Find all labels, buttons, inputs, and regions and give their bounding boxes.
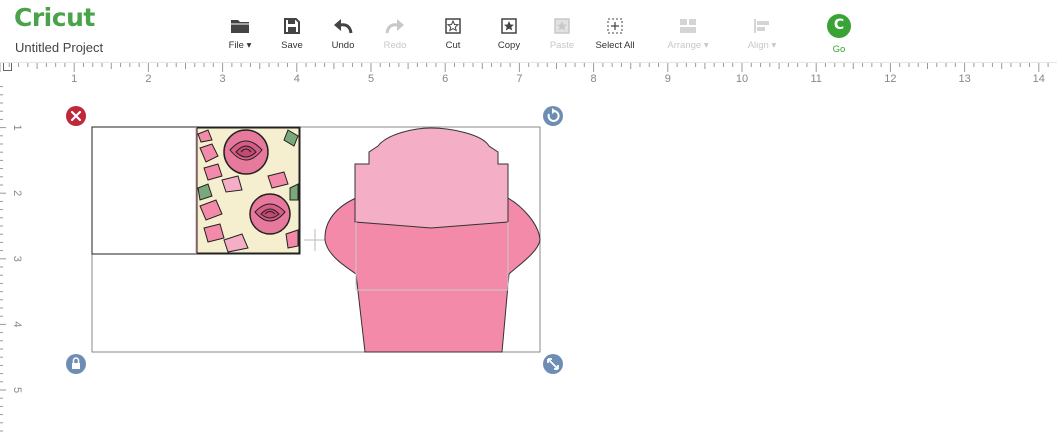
select-all-button[interactable]: Select All (585, 18, 645, 51)
top-toolbar: Cricut Untitled Project File ▾ Save Undo… (0, 0, 1057, 62)
plus-crosshair (304, 229, 326, 251)
paste-icon (554, 18, 570, 34)
resize-handle[interactable] (543, 354, 563, 374)
copy-button[interactable]: Copy (479, 18, 539, 51)
folder-icon (231, 20, 249, 33)
floppy-disk-icon (284, 18, 300, 34)
file-label: File (228, 40, 244, 51)
arrange-icon (680, 19, 696, 33)
select-all-icon (607, 18, 623, 34)
paste-button[interactable]: Paste (532, 18, 592, 51)
chevron-down-icon: ▾ (703, 40, 709, 51)
align-icon (754, 19, 769, 33)
align-label: Align (747, 40, 769, 51)
logo-text: Cricut (14, 3, 95, 32)
paste-label: Paste (549, 40, 575, 51)
project-title[interactable]: Untitled Project (15, 40, 103, 55)
align-button[interactable]: Align ▾ (732, 18, 792, 51)
envelope-shape[interactable] (324, 127, 541, 353)
go-button[interactable]: C Go (809, 14, 869, 55)
rose-pattern (197, 128, 299, 253)
copy-label: Copy (497, 40, 521, 51)
file-button[interactable]: File ▾ (210, 18, 270, 51)
delete-handle[interactable] (66, 106, 86, 126)
copy-icon (501, 18, 517, 34)
redo-arrow-icon (385, 19, 404, 34)
cut-icon (445, 18, 461, 34)
undo-label: Undo (331, 40, 355, 51)
chevron-down-icon: ▾ (771, 40, 777, 51)
redo-button[interactable]: Redo (365, 18, 425, 51)
rotate-handle[interactable] (543, 106, 563, 126)
cut-label: Cut (445, 40, 461, 51)
canvas-drawing (66, 106, 563, 374)
ruler-label: 4 (11, 321, 22, 327)
lock-handle[interactable] (66, 354, 86, 374)
cricut-logo: Cricut (14, 4, 95, 32)
cut-button[interactable]: Cut (423, 18, 483, 51)
ruler-label: 3 (11, 256, 22, 262)
undo-arrow-icon (334, 19, 353, 34)
envelope-top-flap (354, 127, 509, 229)
undo-button[interactable]: Undo (313, 18, 373, 51)
arrange-button[interactable]: Arrange ▾ (658, 18, 718, 51)
ruler-label: 1 (11, 125, 22, 131)
horizontal-ruler: 1 2 3 4 5 6 7 8 9 10 11 12 13 14 (0, 62, 1057, 85)
rose-panel[interactable] (91, 126, 301, 255)
go-label: Go (832, 44, 846, 55)
ruler-label: 5 (11, 387, 22, 393)
ruler-label: 2 (11, 190, 22, 196)
redo-label: Redo (383, 40, 407, 51)
chevron-down-icon: ▾ (246, 40, 252, 51)
arrange-label: Arrange (667, 40, 702, 51)
design-canvas[interactable] (22, 84, 1057, 435)
go-icon: C (827, 14, 851, 38)
select-all-label: Select All (595, 40, 635, 51)
vertical-ruler: 1 2 3 4 5 (0, 84, 23, 435)
